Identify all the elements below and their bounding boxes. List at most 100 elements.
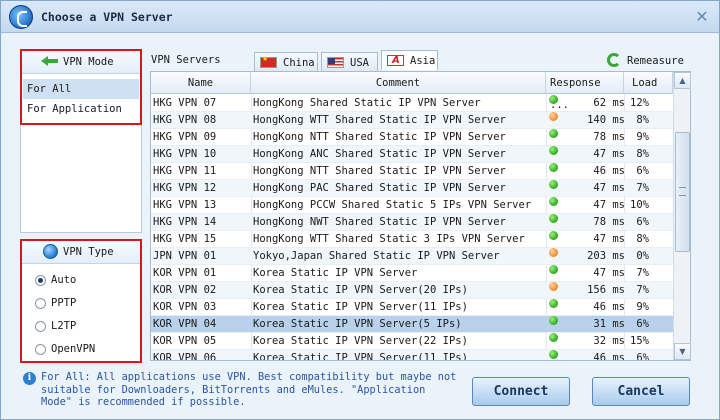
- status-dot-icon: [549, 112, 558, 121]
- app-logo-icon: [9, 5, 33, 29]
- server-table: Name Comment Response ... Load HKG VPN 0…: [150, 71, 691, 361]
- server-response: 32 ms: [593, 335, 625, 347]
- server-response: 31 ms: [593, 318, 625, 330]
- server-load: 9%: [636, 131, 649, 143]
- tab-label: China: [283, 57, 315, 69]
- table-row[interactable]: JPN VPN 01 Yokyo,Japan Shared Static IP V…: [151, 248, 673, 265]
- server-load: 9%: [636, 301, 649, 313]
- status-dot-icon: [549, 333, 558, 342]
- vpn-server-dialog: Choose a VPN Server ✕ VPN Mode For All Fo…: [0, 0, 720, 420]
- remeasure-label: Remeasure: [627, 55, 684, 67]
- server-comment: HongKong PCCW Shared Static 5 IPs VPN Se…: [253, 199, 532, 211]
- tab-china[interactable]: China: [254, 52, 318, 71]
- table-row[interactable]: HKG VPN 11 HongKong NTT Shared Static IP …: [151, 163, 673, 180]
- server-comment: HongKong ANC Shared Static IP VPN Server: [253, 148, 506, 160]
- table-row[interactable]: HKG VPN 10 HongKong ANC Shared Static IP …: [151, 146, 673, 163]
- server-name: HKG VPN 14: [153, 216, 217, 228]
- flag-usa-icon: [327, 57, 344, 68]
- table-row[interactable]: HKG VPN 14 HongKong NWT Shared Static IP …: [151, 214, 673, 231]
- info-icon: i: [23, 372, 36, 385]
- server-name: KOR VPN 01: [153, 267, 217, 279]
- table-scrollbar[interactable]: ▲ ▼: [673, 72, 691, 360]
- status-dot-icon: [549, 231, 558, 240]
- server-load: 7%: [636, 267, 649, 279]
- status-dot-icon: [549, 299, 558, 308]
- scroll-up-icon[interactable]: ▲: [674, 72, 691, 89]
- server-name: HKG VPN 07: [153, 97, 217, 109]
- server-response: 140 ms: [587, 114, 625, 126]
- table-row[interactable]: HKG VPN 12 HongKong PAC Shared Static IP …: [151, 180, 673, 197]
- server-name: KOR VPN 02: [153, 284, 217, 296]
- server-response: 47 ms: [593, 182, 625, 194]
- column-header-name[interactable]: Name: [151, 72, 251, 94]
- cancel-button[interactable]: Cancel: [592, 377, 690, 406]
- server-name: HKG VPN 11: [153, 165, 217, 177]
- server-response: 203 ms: [587, 250, 625, 262]
- scroll-thumb[interactable]: [675, 132, 690, 252]
- server-response: 47 ms: [593, 267, 625, 279]
- server-response: 156 ms: [587, 284, 625, 296]
- vpn-servers-label: VPN Servers: [151, 54, 221, 66]
- status-dot-icon: [549, 265, 558, 274]
- server-load: 6%: [636, 165, 649, 177]
- server-name: KOR VPN 05: [153, 335, 217, 347]
- tab-label: USA: [350, 57, 369, 69]
- table-row[interactable]: KOR VPN 02 Korea Static IP VPN Server(20 …: [151, 282, 673, 299]
- server-load: 6%: [636, 318, 649, 330]
- connect-button[interactable]: Connect: [472, 377, 570, 406]
- table-row[interactable]: HKG VPN 08 HongKong WTT Shared Static IP …: [151, 112, 673, 129]
- status-dot-icon: [549, 316, 558, 325]
- scroll-down-icon[interactable]: ▼: [674, 343, 691, 360]
- server-comment: HongKong NTT Shared Static IP VPN Server: [253, 131, 506, 143]
- server-load: 10%: [630, 199, 649, 211]
- server-name: HKG VPN 08: [153, 114, 217, 126]
- table-row[interactable]: KOR VPN 04 Korea Static IP VPN Server(5 I…: [151, 316, 673, 333]
- server-name: HKG VPN 13: [153, 199, 217, 211]
- server-response: 47 ms: [593, 233, 625, 245]
- table-row[interactable]: HKG VPN 07 HongKong Shared Static IP VPN …: [151, 95, 673, 112]
- server-response: 78 ms: [593, 216, 625, 228]
- status-dot-icon: [549, 129, 558, 138]
- table-row[interactable]: KOR VPN 01 Korea Static IP VPN Server 47 m…: [151, 265, 673, 282]
- table-row[interactable]: HKG VPN 15 HongKong WTT Shared Static 3 I…: [151, 231, 673, 248]
- window-title: Choose a VPN Server: [41, 10, 173, 24]
- column-header-comment[interactable]: Comment: [251, 72, 546, 94]
- flag-china-icon: [260, 55, 277, 68]
- flag-asia-icon: [387, 55, 404, 66]
- server-response: 47 ms: [593, 148, 625, 160]
- table-row[interactable]: KOR VPN 05 Korea Static IP VPN Server(22 …: [151, 333, 673, 350]
- vpn-type-highlight: [20, 239, 142, 363]
- refresh-icon: [607, 53, 621, 67]
- table-row[interactable]: HKG VPN 09 HongKong NTT Shared Static IP …: [151, 129, 673, 146]
- tab-usa[interactable]: USA: [321, 52, 378, 71]
- mode-info-text: For All: All applications use VPN. Best …: [41, 371, 457, 408]
- server-name: HKG VPN 09: [153, 131, 217, 143]
- server-response: 46 ms: [593, 301, 625, 313]
- table-row[interactable]: KOR VPN 06 Korea Static IP VPN Server(11 …: [151, 350, 673, 361]
- status-dot-icon: [549, 248, 558, 257]
- server-name: JPN VPN 01: [153, 250, 217, 262]
- server-load: 7%: [636, 182, 649, 194]
- close-icon[interactable]: ✕: [693, 8, 711, 26]
- table-row[interactable]: KOR VPN 03 Korea Static IP VPN Server(11 …: [151, 299, 673, 316]
- server-response: 78 ms: [593, 131, 625, 143]
- server-comment: Yokyo,Japan Shared Static IP VPN Server: [253, 250, 500, 262]
- server-name: KOR VPN 03: [153, 301, 217, 313]
- column-header-load[interactable]: Load: [624, 72, 673, 94]
- server-load: 12%: [630, 97, 649, 109]
- server-name: KOR VPN 04: [153, 318, 217, 330]
- column-header-response[interactable]: Response ...: [546, 72, 624, 111]
- server-comment: HongKong WTT Shared Static 3 IPs VPN Ser…: [253, 233, 525, 245]
- server-response: 46 ms: [593, 352, 625, 361]
- server-response: 62 ms: [593, 97, 625, 109]
- status-dot-icon: [549, 214, 558, 223]
- server-name: HKG VPN 15: [153, 233, 217, 245]
- table-row[interactable]: HKG VPN 13 HongKong PCCW Shared Static 5 …: [151, 197, 673, 214]
- status-dot-icon: [549, 95, 558, 104]
- server-comment: HongKong NTT Shared Static IP VPN Server: [253, 165, 506, 177]
- tab-asia[interactable]: Asia: [381, 50, 438, 70]
- server-comment: HongKong NWT Shared Static IP VPN Server: [253, 216, 506, 228]
- server-comment: Korea Static IP VPN Server(11 IPs): [253, 301, 468, 313]
- server-response: 46 ms: [593, 165, 625, 177]
- server-comment: HongKong Shared Static IP VPN Server: [253, 97, 481, 109]
